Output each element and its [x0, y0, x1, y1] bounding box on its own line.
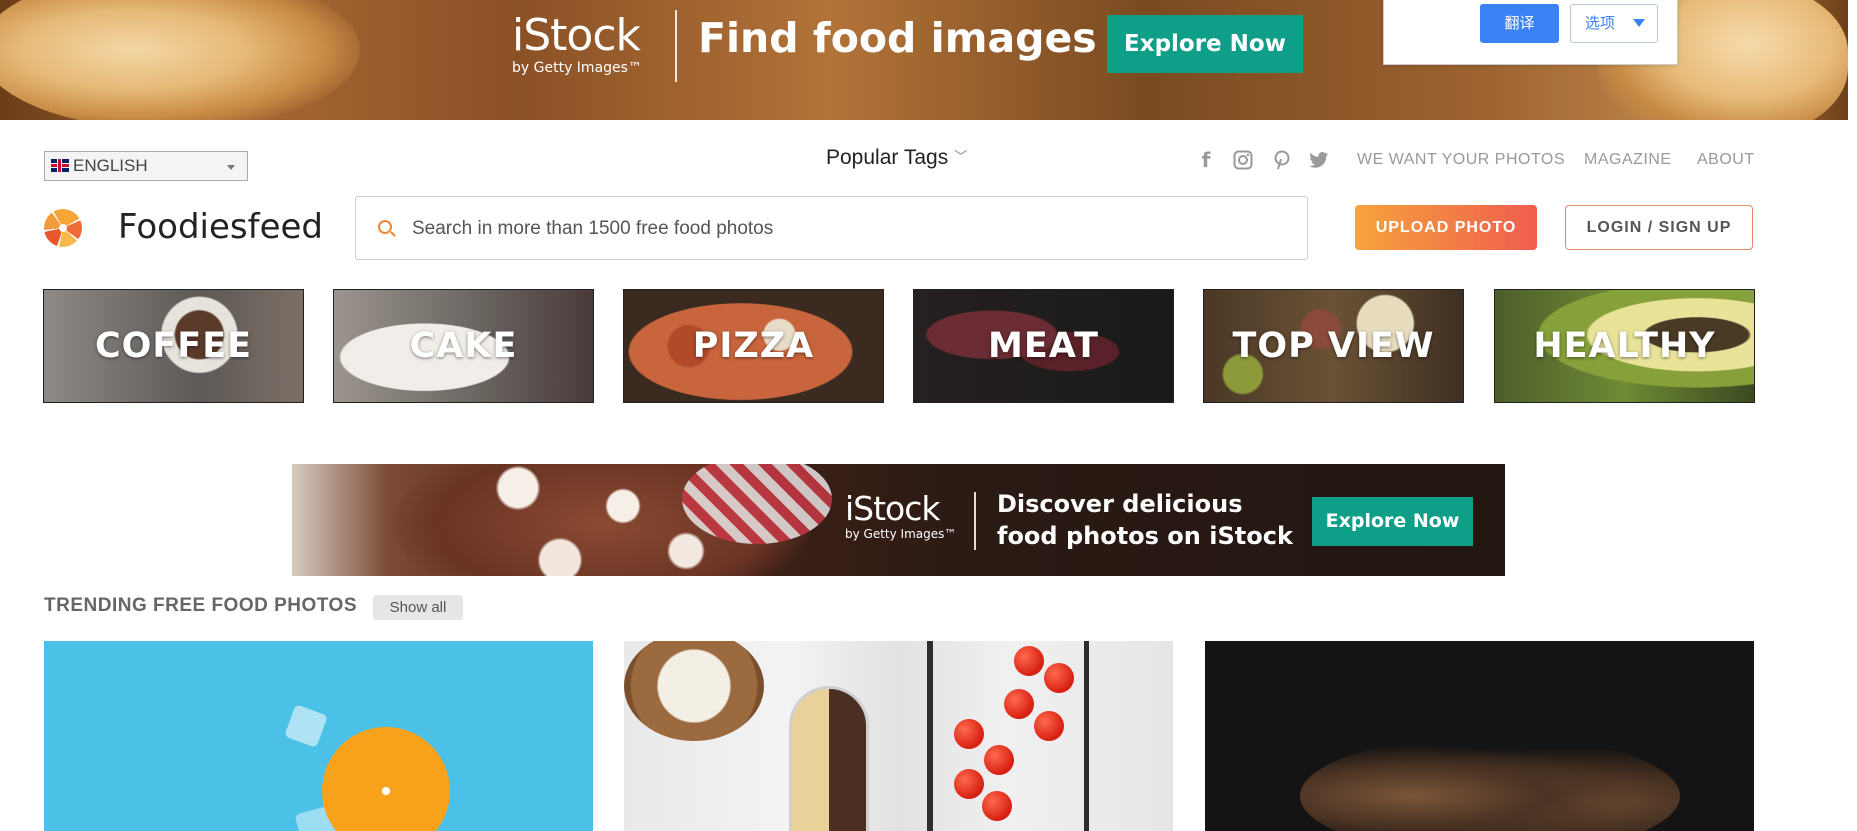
category-label: TOP VIEW: [1232, 326, 1435, 366]
language-select[interactable]: ENGLISH: [44, 151, 248, 181]
search-bar: [355, 196, 1308, 260]
category-tile-top-view[interactable]: TOP VIEW: [1203, 289, 1464, 403]
ice-cube-image: [284, 704, 328, 748]
site-logo-text[interactable]: Foodiesfeed: [118, 207, 323, 247]
uk-flag-icon: [51, 159, 69, 172]
translate-popup: 翻译 选项: [1383, 0, 1678, 65]
category-label: HEALTHY: [1533, 326, 1716, 366]
istock-logo-word: iStock: [845, 489, 941, 528]
orange-slice-image: [322, 727, 450, 831]
pastry-image-left: [0, 0, 360, 120]
category-label: CAKE: [409, 326, 518, 366]
category-tile-meat[interactable]: MEAT: [913, 289, 1174, 403]
caret-down-icon: [1633, 19, 1645, 27]
category-tile-pizza[interactable]: PIZZA: [623, 289, 884, 403]
nav-link-magazine[interactable]: MAGAZINE: [1584, 151, 1672, 169]
trending-section-title: TRENDING FREE FOOD PHOTOS: [44, 595, 358, 616]
ad-explore-button[interactable]: Explore Now: [1107, 15, 1303, 73]
login-signup-button[interactable]: LOGIN / SIGN UP: [1565, 205, 1753, 250]
twitter-icon[interactable]: [1307, 148, 1331, 172]
popular-tags-label: Popular Tags: [826, 146, 949, 169]
mid-ad-line1: Discover delicious: [997, 490, 1243, 518]
board-gap: [1084, 641, 1089, 831]
category-tile-coffee[interactable]: COFFEE: [43, 289, 304, 403]
mid-ad-explore-button[interactable]: Explore Now: [1312, 497, 1473, 546]
istock-logo: iStock by Getty Images™: [845, 492, 956, 541]
ad-divider: [974, 492, 976, 550]
board-gap: [927, 641, 933, 831]
category-tile-cake[interactable]: CAKE: [333, 289, 594, 403]
garlic-bowl-image: [624, 641, 764, 741]
tomato-image: [954, 719, 984, 749]
nav-link-we-want-your-photos[interactable]: WE WANT YOUR PHOTOS: [1357, 151, 1565, 169]
facebook-icon[interactable]: f: [1194, 148, 1218, 172]
category-tile-healthy[interactable]: HEALTHY: [1494, 289, 1755, 403]
chevron-down-icon: ﹀: [954, 149, 968, 164]
ad-headline: Find food images: [698, 14, 1097, 62]
glass-drink-image: [789, 686, 869, 831]
tomato-image: [1014, 646, 1044, 676]
popular-tags-menu[interactable]: Popular Tags ﹀: [826, 146, 967, 170]
show-all-button[interactable]: Show all: [373, 595, 463, 620]
istock-logo-word: iStock: [512, 10, 641, 61]
trending-photo-orange[interactable]: [44, 641, 593, 831]
translate-options-button[interactable]: 选项: [1570, 4, 1658, 43]
search-input[interactable]: [412, 211, 1282, 247]
translate-options-label: 选项: [1585, 14, 1616, 32]
istock-logo-sub: by Getty Images™: [512, 60, 642, 76]
tomato-image: [1034, 711, 1064, 741]
ad-divider: [675, 10, 677, 82]
tomato-image: [1004, 689, 1034, 719]
nav-link-about[interactable]: ABOUT: [1697, 151, 1755, 169]
tomato-image: [1044, 663, 1074, 693]
foodiesfeed-logo-icon[interactable]: [44, 209, 82, 247]
category-label: COFFEE: [94, 326, 253, 366]
mid-ad-line2: food photos on iStock: [997, 522, 1293, 550]
mid-ad-banner[interactable]: iStock by Getty Images™ Discover delicio…: [292, 464, 1505, 576]
category-label: MEAT: [988, 326, 1099, 366]
search-icon: [378, 220, 392, 234]
istock-logo: iStock by Getty Images™: [512, 10, 642, 77]
istock-logo-sub: by Getty Images™: [845, 527, 957, 541]
tomato-image: [984, 745, 1014, 775]
hands-image: [1300, 736, 1680, 831]
instagram-icon[interactable]: [1231, 148, 1255, 172]
trending-photo-drink[interactable]: [624, 641, 1173, 831]
upload-photo-button[interactable]: UPLOAD PHOTO: [1355, 205, 1537, 250]
tomato-image: [954, 769, 984, 799]
pinterest-icon[interactable]: [1270, 148, 1294, 172]
category-label: PIZZA: [692, 326, 815, 366]
translate-button[interactable]: 翻译: [1480, 4, 1559, 43]
language-label: ENGLISH: [73, 156, 148, 175]
mid-ad-text: Discover delicious food photos on iStock: [997, 488, 1293, 552]
dropdown-arrow-icon: [227, 165, 235, 170]
tomato-image: [982, 791, 1012, 821]
trending-photo-dark[interactable]: [1205, 641, 1754, 831]
